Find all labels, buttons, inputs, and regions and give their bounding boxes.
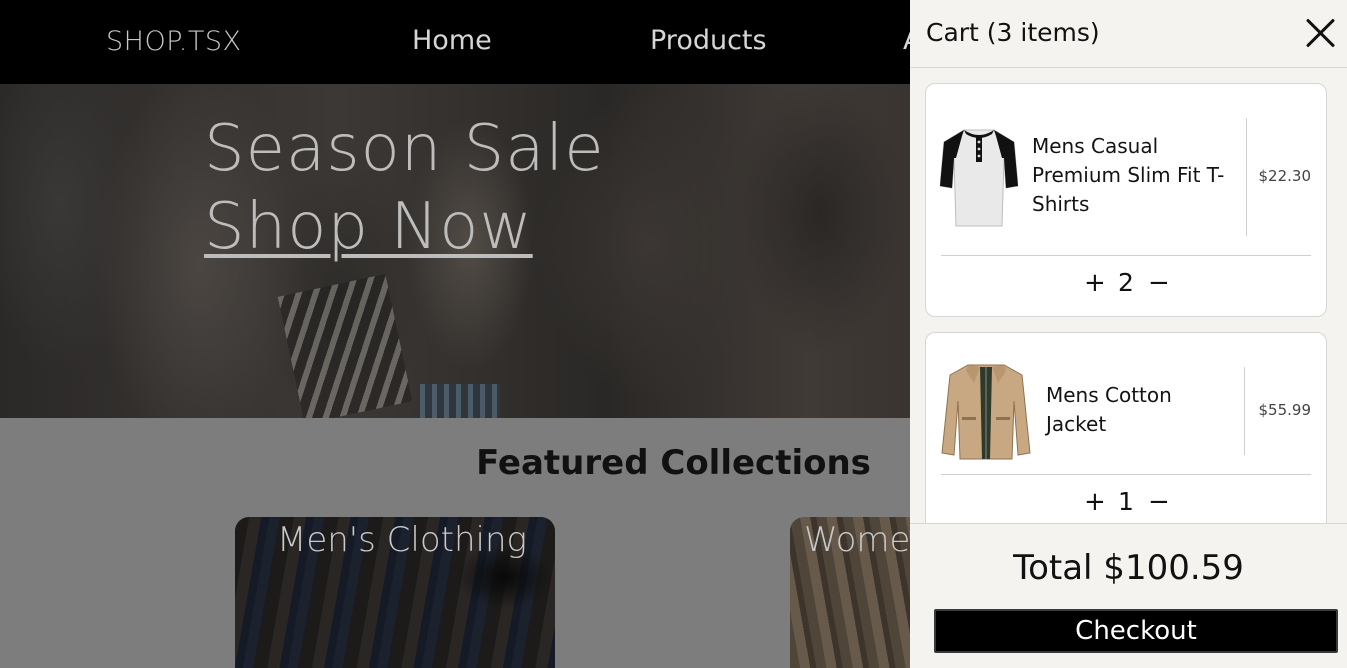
- checkout-button[interactable]: Checkout: [934, 609, 1338, 653]
- item-divider: [941, 255, 1311, 256]
- site-logo[interactable]: SHOP.TSX: [106, 26, 241, 57]
- item-divider: [1244, 367, 1245, 455]
- quantity-stepper: + 2 −: [926, 268, 1326, 297]
- hero-background-pattern: [277, 273, 413, 418]
- cotton-jacket-image: [941, 364, 1031, 460]
- nav-link-home[interactable]: Home: [412, 25, 492, 56]
- increase-quantity-button[interactable]: +: [1084, 270, 1106, 296]
- cart-item-name: Mens Cotton Jacket: [1046, 383, 1172, 436]
- cart-item: Mens Cotton Jacket $55.99 + 1 −: [925, 332, 1327, 523]
- cart-drawer: Cart (3 items) Mens Casual Premium Slim …: [910, 0, 1347, 668]
- decrease-quantity-button[interactable]: −: [1148, 270, 1170, 296]
- item-divider: [1246, 118, 1247, 236]
- hero-title: Season Sale: [204, 112, 605, 186]
- collection-label-mens: Men's Clothing: [277, 520, 527, 560]
- cart-title: Cart (3 items): [926, 18, 1100, 47]
- decrease-quantity-button[interactable]: −: [1148, 489, 1170, 515]
- henley-tshirt-image: [940, 129, 1018, 227]
- hero-background-pattern: [420, 384, 500, 418]
- cart-footer: Total $100.59 Checkout: [910, 523, 1347, 668]
- quantity-value: 1: [1118, 487, 1134, 516]
- nav-link-products[interactable]: Products: [650, 25, 767, 56]
- cart-item-price: $55.99: [1258, 401, 1312, 419]
- close-icon[interactable]: [1304, 16, 1338, 50]
- collection-label-womens: Wome: [804, 520, 911, 560]
- item-divider: [941, 474, 1311, 475]
- quantity-stepper: + 1 −: [926, 487, 1326, 516]
- cart-item-price: $22.30: [1258, 167, 1312, 185]
- cart-header: Cart (3 items): [910, 0, 1347, 68]
- shop-now-link[interactable]: Shop Now: [204, 190, 533, 264]
- quantity-value: 2: [1118, 268, 1134, 297]
- cart-total: Total $100.59: [1013, 548, 1244, 588]
- cart-item-list[interactable]: Mens Casual Premium Slim Fit T-Shirts $2…: [910, 68, 1347, 523]
- cart-item: Mens Casual Premium Slim Fit T-Shirts $2…: [925, 83, 1327, 317]
- cart-item-name: Mens Casual Premium Slim Fit T-Shirts: [1032, 134, 1225, 216]
- increase-quantity-button[interactable]: +: [1084, 489, 1106, 515]
